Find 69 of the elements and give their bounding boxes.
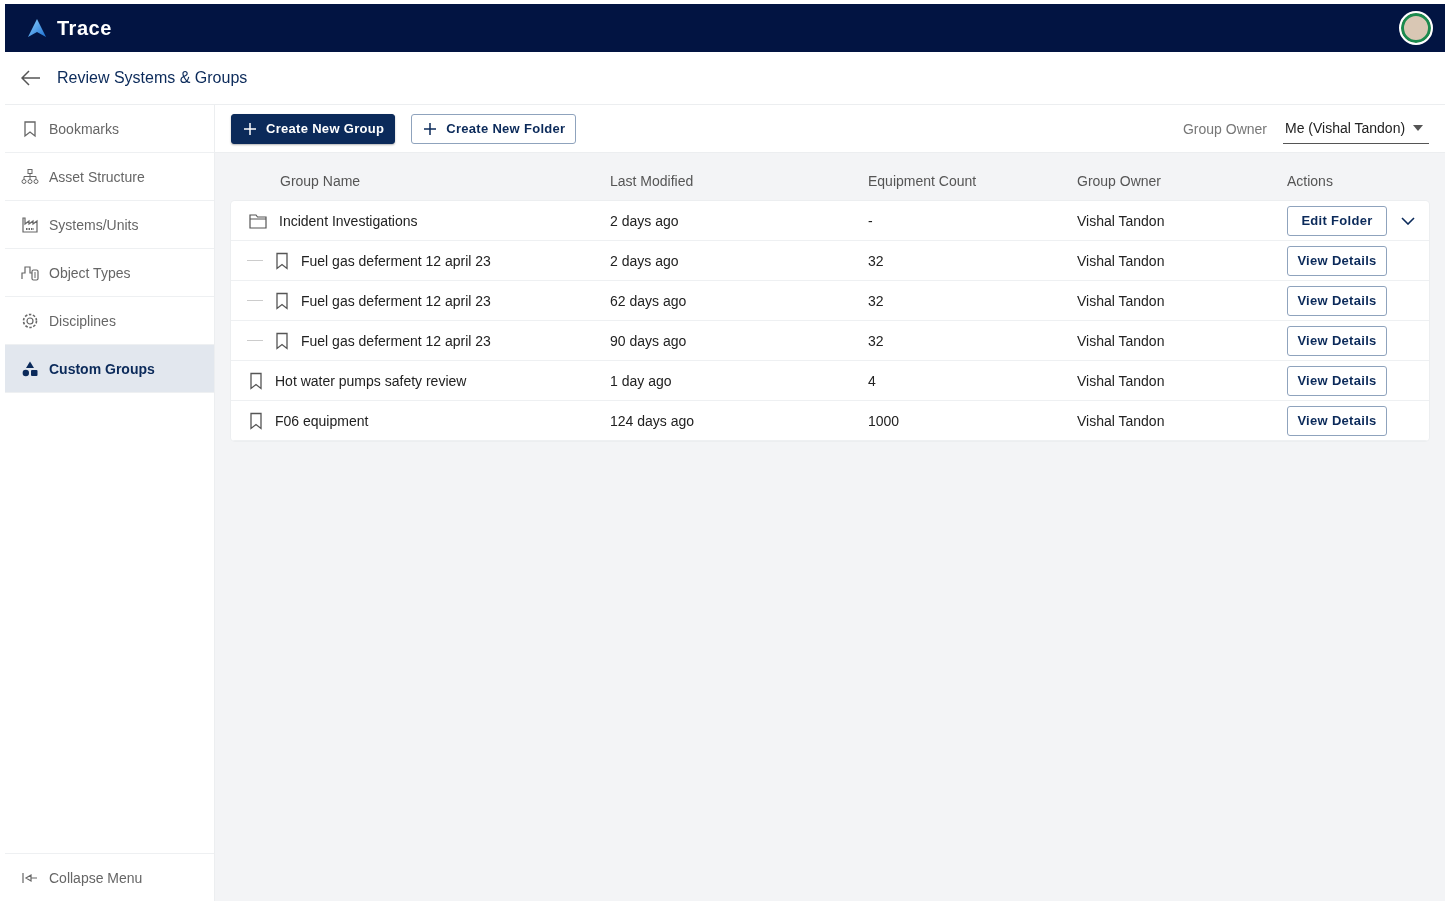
column-header: Actions (1287, 173, 1334, 189)
filter-label: Group Owner (1182, 120, 1267, 137)
table-cell-text: Vishal Tandon (1077, 252, 1166, 269)
sidebar-item[interactable]: Systems/Units (5, 201, 214, 249)
create-folder-button[interactable]: Create New Folder (411, 113, 577, 144)
gear-icon (21, 311, 39, 330)
table-cell-text: 62 days ago (610, 292, 688, 309)
table-cell-text: 4 (868, 372, 877, 389)
view-details-button[interactable]: View Details (1287, 285, 1387, 316)
table-cell-text: Vishal Tandon (1077, 212, 1166, 229)
bookmark-icon (275, 251, 289, 270)
table-cell-text: 2 days ago (610, 212, 680, 229)
column-header: Group Owner (1077, 173, 1163, 189)
table-cell-text: - (868, 212, 874, 229)
table-cell-text: 32 (868, 292, 885, 309)
objects-icon (21, 263, 39, 282)
bookmark-icon (21, 119, 39, 138)
view-details-button[interactable]: View Details (1287, 365, 1387, 396)
shapes-icon (21, 359, 39, 378)
logo-icon (27, 18, 47, 38)
app-title: Trace (57, 16, 112, 40)
owner-dropdown[interactable]: Me (Vishal Tandon) (1283, 113, 1429, 144)
column-header: Equipment Count (868, 173, 978, 189)
table-cell-text: 124 days ago (610, 412, 696, 429)
table-cell-text: Vishal Tandon (1077, 292, 1166, 309)
group-name: Hot water pumps safety review (275, 372, 467, 389)
bookmark-icon (249, 411, 263, 430)
group-name: Incident Investigations (279, 212, 418, 229)
bookmark-icon (249, 371, 263, 390)
sidebar-item[interactable]: Asset Structure (5, 153, 214, 201)
tree-line (247, 300, 263, 301)
sidebar-item[interactable]: Object Types (5, 249, 214, 297)
plus-icon (424, 122, 437, 135)
chevron-icon[interactable] (1401, 216, 1415, 225)
table-cell-text: 1000 (868, 412, 901, 429)
table-cell-text: 90 days ago (610, 332, 688, 349)
folder-icon (249, 212, 267, 229)
group-name: Fuel gas deferment 12 april 23 (301, 332, 491, 349)
table-cell-text: Vishal Tandon (1077, 412, 1166, 429)
view-details-button[interactable]: View Details (1287, 405, 1387, 436)
table-cell-text: Vishal Tandon (1077, 332, 1166, 349)
edit-folder-button[interactable]: Edit Folder (1287, 205, 1387, 236)
table-cell-text: 1 day ago (610, 372, 673, 389)
collapse-menu-button[interactable]: Collapse Menu (5, 853, 214, 901)
plus-icon (244, 122, 256, 135)
user-avatar[interactable] (1399, 11, 1433, 45)
view-details-button[interactable]: View Details (1287, 245, 1387, 276)
page-title: Review Systems & Groups (57, 69, 248, 87)
hierarchy-icon (21, 167, 39, 186)
dropdown-caret-icon (1413, 124, 1424, 131)
table-cell-text: 32 (868, 252, 885, 269)
sidebar-item[interactable]: Custom Groups (5, 345, 214, 393)
tree-line (247, 340, 263, 341)
table-cell-text: Vishal Tandon (1077, 372, 1166, 389)
table-cell-text: 32 (868, 332, 885, 349)
group-name: Fuel gas deferment 12 april 23 (301, 292, 491, 309)
factory-icon (21, 215, 39, 234)
table-cell-text: 2 days ago (610, 252, 680, 269)
group-name: Fuel gas deferment 12 april 23 (301, 252, 491, 269)
column-header: Last Modified (610, 173, 695, 189)
column-header: Group Name (279, 173, 362, 189)
tree-line (247, 260, 263, 261)
sidebar-item[interactable]: Bookmarks (5, 105, 214, 153)
group-name: F06 equipment (275, 412, 369, 429)
bookmark-icon (275, 291, 289, 310)
bookmark-icon (275, 331, 289, 350)
view-details-button[interactable]: View Details (1287, 325, 1387, 356)
create-group-button[interactable]: Create New Group (231, 113, 396, 144)
back-arrow-icon[interactable] (21, 70, 41, 86)
